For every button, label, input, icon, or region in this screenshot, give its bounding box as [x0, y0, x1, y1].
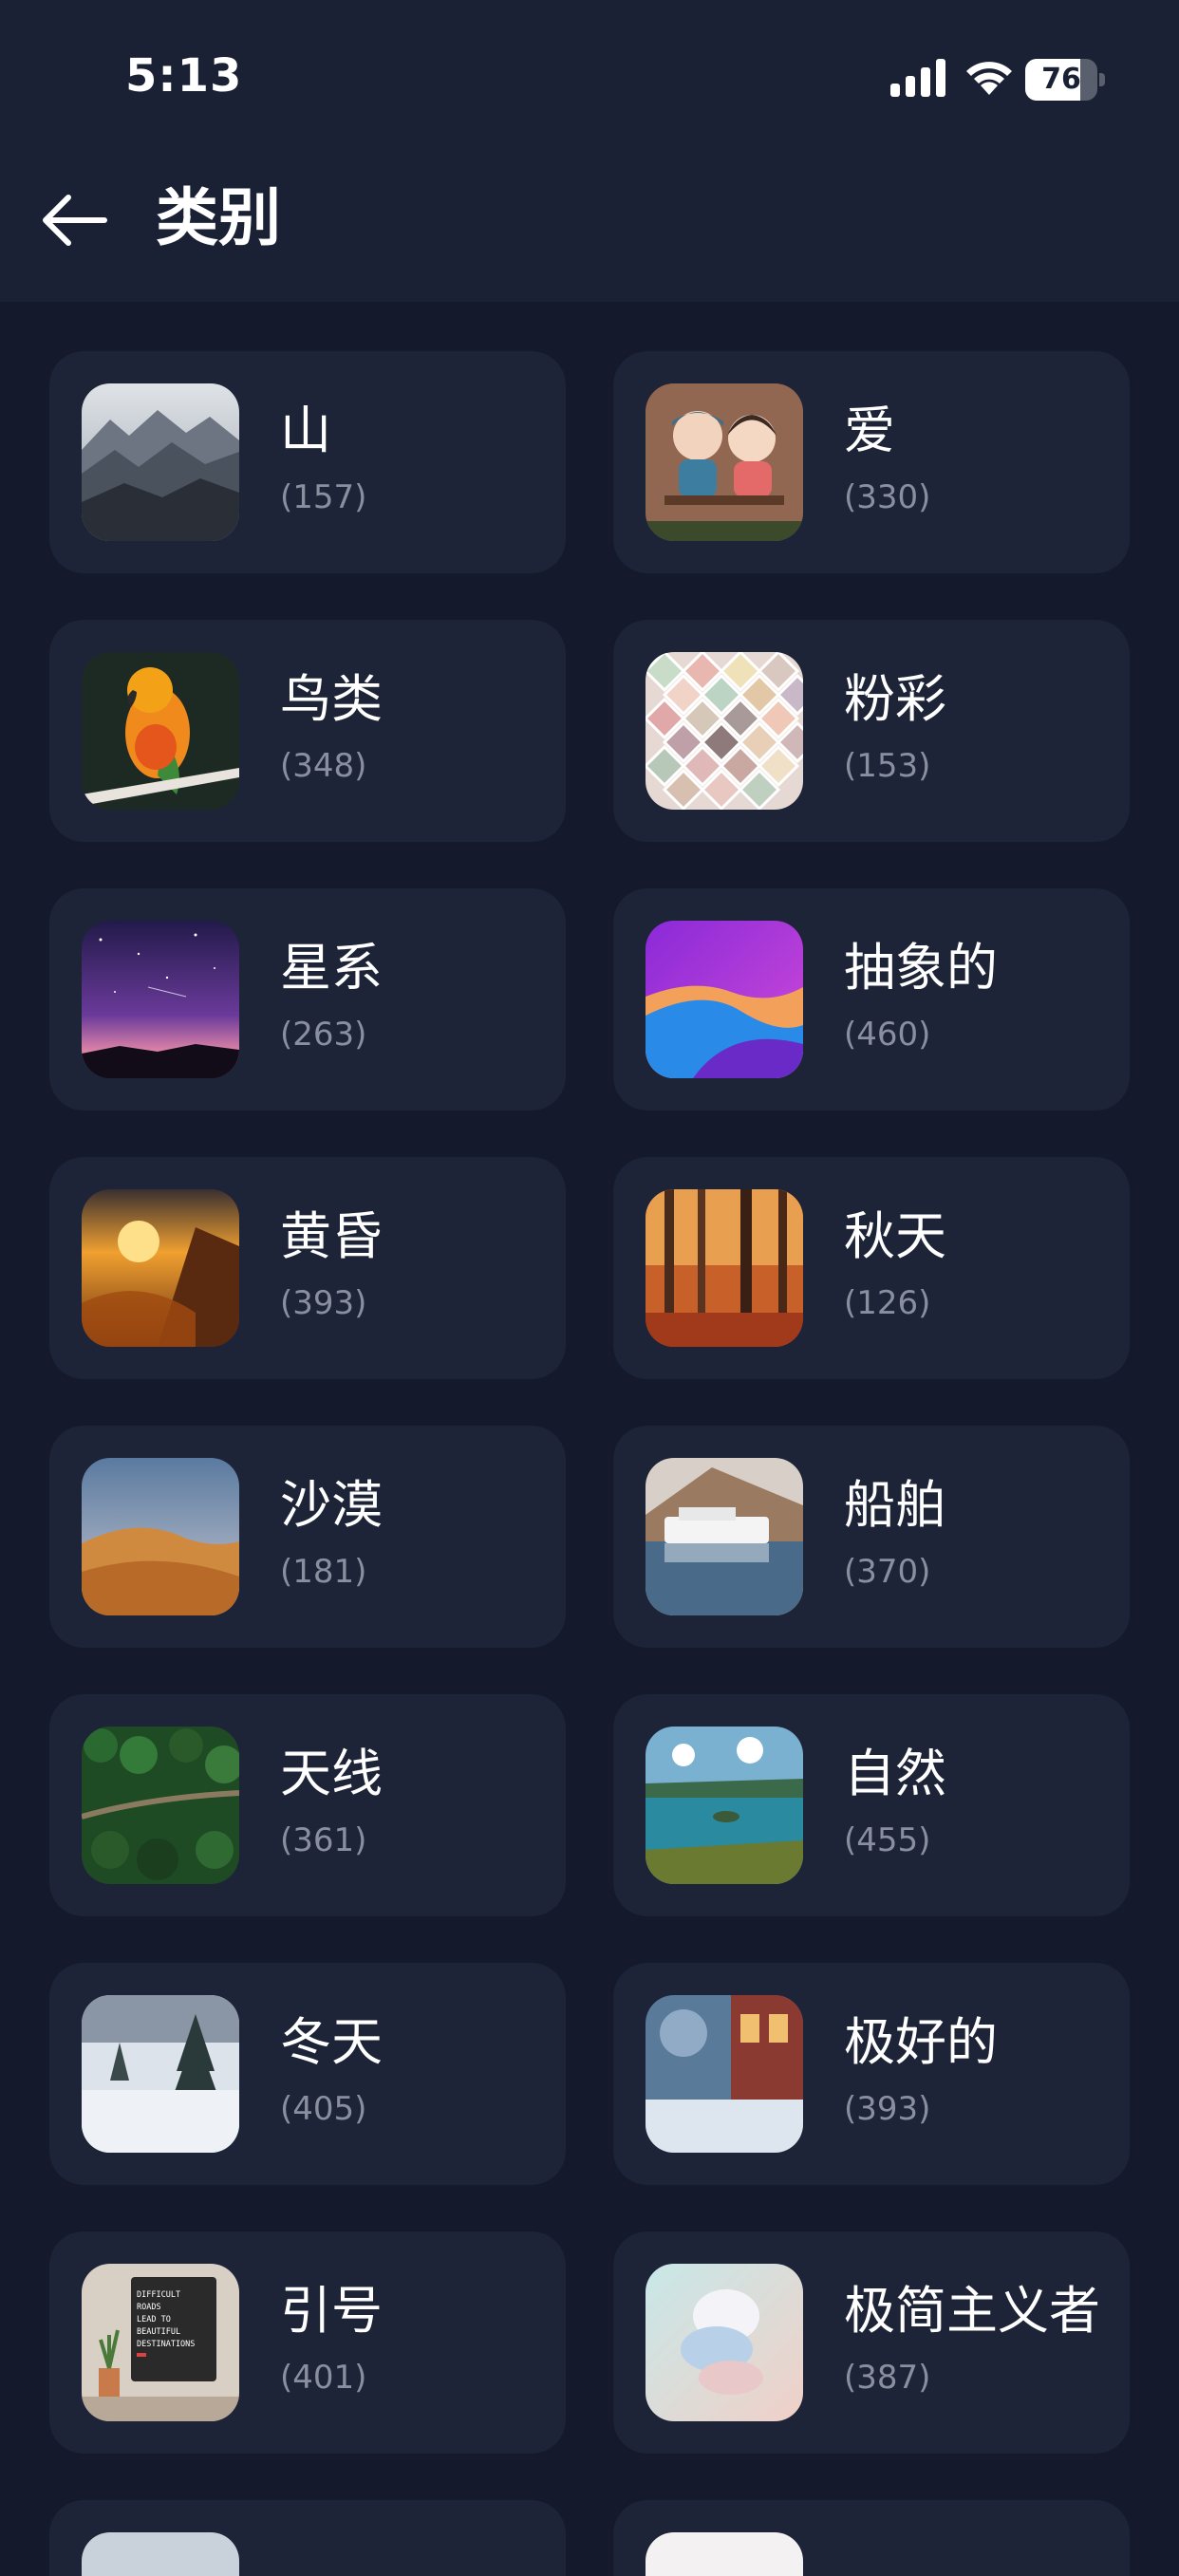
partial-category-row [49, 2500, 1130, 2576]
lake-islands-thumbnail [646, 1727, 803, 1884]
category-name: 极好的 [844, 2012, 998, 2072]
category-card[interactable]: 天线 (361) [49, 1694, 566, 1916]
category-count: (460) [844, 1016, 931, 1054]
boat-lake-thumbnail [646, 1458, 803, 1615]
stacked-shapes-thumbnail [646, 2264, 803, 2421]
category-name: 山 [280, 401, 331, 460]
desert-dunes-thumbnail [82, 1458, 239, 1615]
wifi-icon [966, 62, 1012, 95]
category-name: 沙漠 [280, 1475, 383, 1535]
category-count: (181) [280, 1553, 367, 1591]
sunset-valley-thumbnail [82, 1189, 239, 1347]
battery-icon: 76 [1025, 59, 1105, 101]
category-count: (348) [280, 747, 367, 785]
svg-text:BEAUTIFUL: BEAUTIFUL [137, 2327, 180, 2337]
category-name: 抽象的 [844, 938, 998, 998]
svg-text:ROADS: ROADS [137, 2303, 161, 2312]
category-name: 船舶 [844, 1475, 946, 1535]
category-count: (157) [280, 478, 367, 516]
category-name: 爱 [844, 401, 895, 460]
category-card[interactable]: 粉彩 (153) [613, 620, 1130, 842]
category-grid: 山 (157) 爱 (330) 鸟类 (348) 粉彩 (153) 星系 (263) [49, 351, 1130, 2454]
category-card[interactable]: 冬天 (405) [49, 1963, 566, 2185]
category-name: 秋天 [844, 1206, 946, 1266]
category-name: 鸟类 [280, 669, 383, 729]
category-name: 极简主义者 [844, 2281, 1100, 2341]
category-count: (370) [844, 1553, 931, 1591]
category-card[interactable]: 船舶 (370) [613, 1426, 1130, 1648]
category-card[interactable]: 星系 (263) [49, 888, 566, 1111]
category-name: 黄昏 [280, 1206, 383, 1266]
category-count: (361) [280, 1821, 367, 1859]
header: 类别 [0, 142, 1179, 302]
pastel-scales-thumbnail [646, 652, 803, 810]
snowy-trees-thumbnail [82, 1995, 239, 2153]
category-name: 粉彩 [844, 669, 946, 729]
category-card[interactable]: 山 (157) [49, 351, 566, 573]
category-card[interactable]: 极简主义者 (387) [613, 2231, 1130, 2454]
parrot-thumbnail [82, 652, 239, 810]
night-sky-thumbnail [82, 921, 239, 1078]
category-count: (387) [844, 2359, 931, 2397]
category-count: (153) [844, 747, 931, 785]
autumn-forest-thumbnail [646, 1189, 803, 1347]
category-card[interactable]: 极好的 (393) [613, 1963, 1130, 2185]
category-card[interactable]: 沙漠 (181) [49, 1426, 566, 1648]
category-count: (126) [844, 1284, 931, 1322]
category-name: 星系 [280, 938, 383, 998]
category-count: (330) [844, 478, 931, 516]
svg-text:DIFFICULT: DIFFICULT [137, 2290, 180, 2300]
category-count: (393) [280, 1284, 367, 1322]
category-count: (405) [280, 2090, 367, 2128]
back-button[interactable] [38, 182, 114, 258]
category-thumbnail [82, 2532, 239, 2576]
quote-board-thumbnail: DIFFICULT ROADS LEAD TO BEAUTIFUL DESTINAT… [82, 2264, 239, 2421]
category-card[interactable]: 爱 (330) [613, 351, 1130, 573]
forest-road-thumbnail [82, 1727, 239, 1884]
category-count: (263) [280, 1016, 367, 1054]
mountains-thumbnail [82, 383, 239, 541]
svg-text:DESTINATIONS: DESTINATIONS [137, 2340, 195, 2349]
category-card[interactable]: DIFFICULT ROADS LEAD TO BEAUTIFUL DESTINAT… [49, 2231, 566, 2454]
status-bar: 5:13 76 [0, 0, 1179, 142]
category-card[interactable]: 抽象的 (460) [613, 888, 1130, 1111]
category-name: 天线 [280, 1744, 383, 1803]
category-card[interactable]: 自然 (455) [613, 1694, 1130, 1916]
cellular-signal-icon [890, 59, 945, 97]
back-arrow-icon [43, 195, 107, 246]
category-thumbnail [646, 2532, 803, 2576]
category-card[interactable]: 黄昏 (393) [49, 1157, 566, 1379]
battery-level: 76 [1041, 63, 1081, 96]
abstract-waves-thumbnail [646, 921, 803, 1078]
snowy-street-thumbnail [646, 1995, 803, 2153]
category-card-partial[interactable] [49, 2500, 566, 2576]
category-name: 自然 [844, 1744, 946, 1803]
page-title: 类别 [156, 181, 281, 254]
toy-couple-thumbnail [646, 383, 803, 541]
svg-text:LEAD TO: LEAD TO [137, 2315, 171, 2324]
category-card[interactable]: 秋天 (126) [613, 1157, 1130, 1379]
category-name: 冬天 [280, 2012, 383, 2072]
status-time: 5:13 [125, 49, 243, 103]
category-card[interactable]: 鸟类 (348) [49, 620, 566, 842]
category-count: (455) [844, 1821, 931, 1859]
category-card-partial[interactable] [613, 2500, 1130, 2576]
category-count: (401) [280, 2359, 367, 2397]
category-name: 引号 [280, 2281, 383, 2341]
category-count: (393) [844, 2090, 931, 2128]
